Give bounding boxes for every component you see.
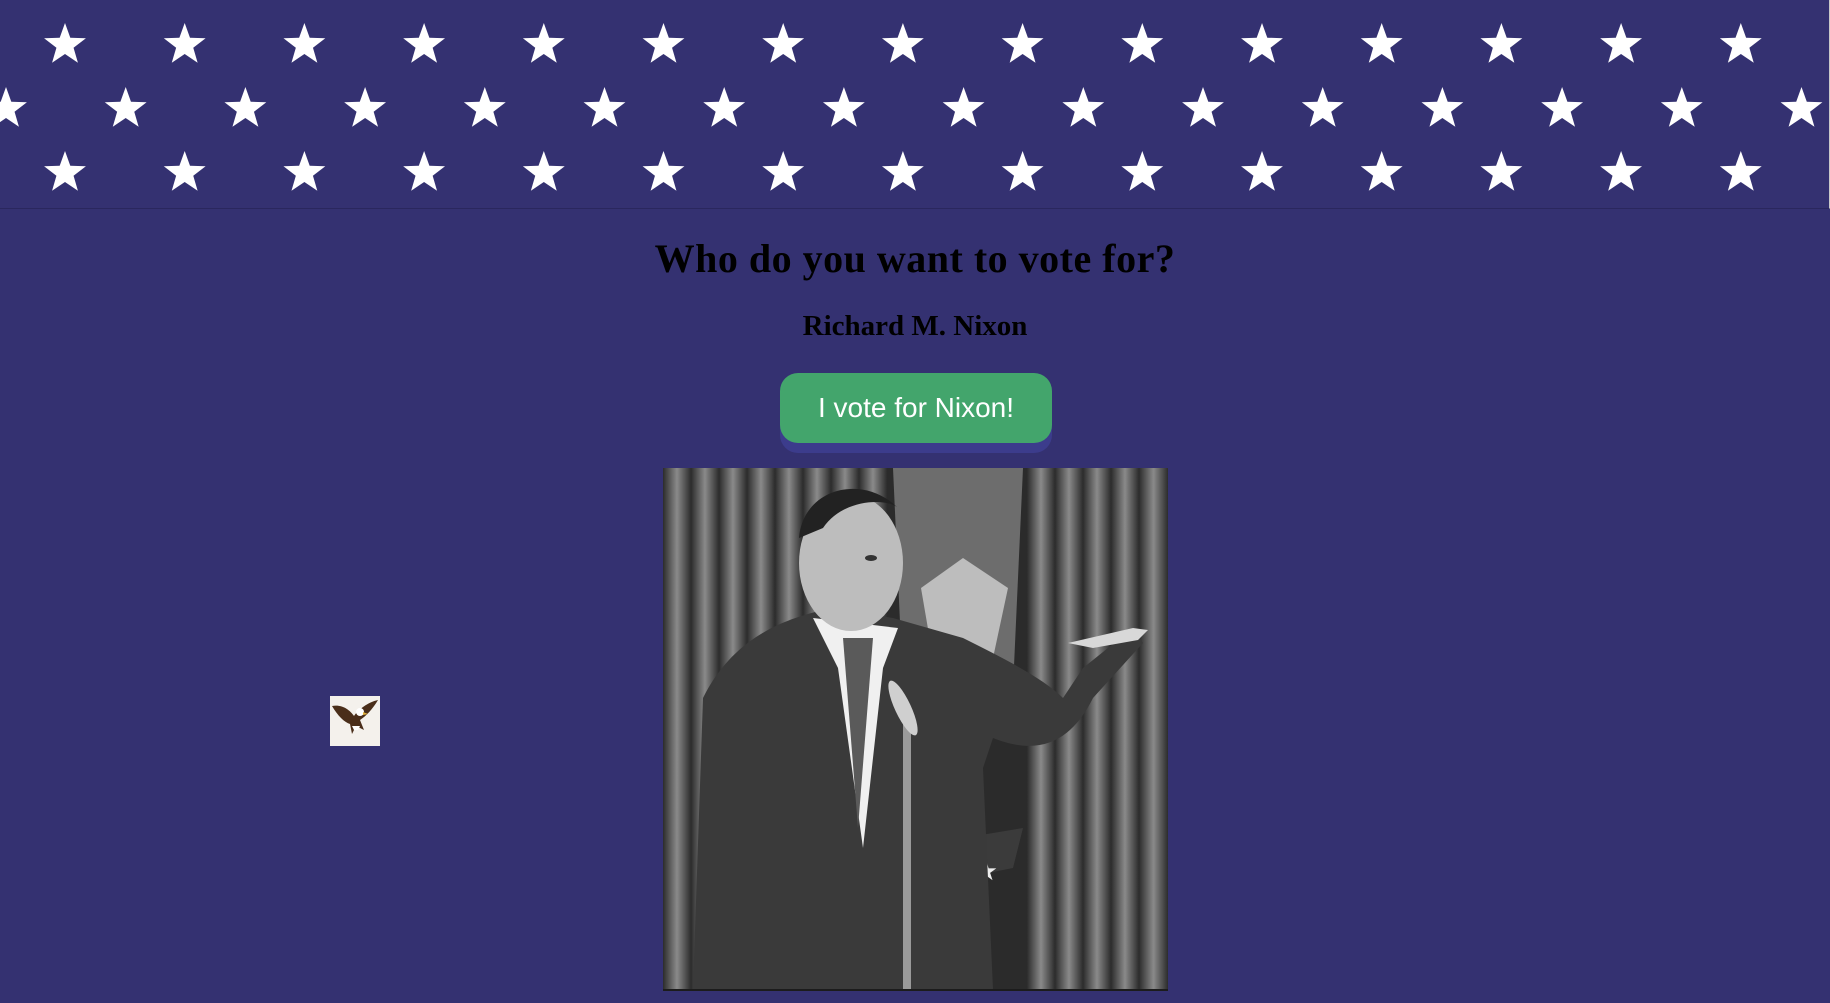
star-icon [104,87,147,127]
star-icon [163,23,206,63]
star-icon [1241,151,1283,191]
star-icon [1121,23,1164,63]
star-icon [1719,151,1762,191]
star-icon [822,87,865,127]
eagle-image [330,696,380,746]
star-icon [522,23,565,63]
star-icon [344,87,387,127]
star-icon [1480,151,1523,191]
star-icon [403,151,446,191]
star-icon [642,23,685,63]
star-icon [224,87,267,127]
star-icon [942,87,985,127]
star-icon [283,23,326,63]
star-icon [762,23,805,63]
star-icon [1780,87,1823,127]
star-icon [1121,151,1164,191]
star-icon [881,151,924,191]
star-icon [703,87,746,127]
star-icon [1360,23,1403,63]
page-title: Who do you want to vote for? [654,236,1176,281]
star-icon [0,87,27,127]
stars-banner [0,0,1830,209]
star-icon [1001,23,1044,63]
star-icon [1541,87,1584,127]
star-icon [1660,87,1703,127]
star-icon [1480,23,1523,63]
star-icon [1301,87,1344,127]
vote-button[interactable]: I vote for Nixon! [780,373,1052,443]
star-icon [1600,23,1643,63]
candidate-photo-image: ★★★ [663,468,1168,989]
star-icon [1001,151,1044,191]
candidate-name: Richard M. Nixon [802,310,1028,342]
star-icon [522,151,565,191]
star-icon [283,151,326,191]
star-icon [583,87,626,127]
star-icon [44,23,86,63]
star-icon [1241,23,1283,63]
star-icon [881,23,924,63]
star-icon [1600,151,1643,191]
star-icon [163,151,206,191]
eagle-icon [330,696,380,746]
star-icon [762,151,805,191]
star-icon [642,151,685,191]
star-icon [1062,87,1105,127]
stars-pattern [0,23,1823,191]
star-icon [403,23,446,63]
star-icon [463,87,506,127]
candidate-photo: ★★★ [663,468,1168,991]
star-icon [44,151,86,191]
star-icon [1360,151,1403,191]
star-icon [1421,87,1464,127]
star-icon [1719,23,1762,63]
star-icon [1182,87,1224,127]
